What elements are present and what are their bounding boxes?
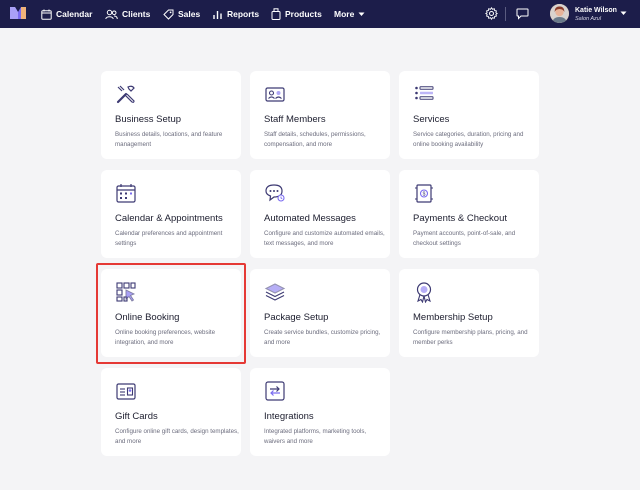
- tools-icon: [116, 85, 135, 104]
- avatar[interactable]: [550, 4, 569, 23]
- card-title: Payments & Checkout: [413, 213, 507, 224]
- toolbar-divider: [505, 7, 506, 21]
- sync-icon: [265, 381, 285, 401]
- badge-icon: [416, 282, 432, 303]
- card-title: Integrations: [264, 411, 314, 422]
- online-booking-icon: [116, 282, 136, 302]
- card-description: Configure online gift cards, design temp…: [115, 428, 239, 445]
- nav-clients[interactable]: Clients: [105, 0, 150, 28]
- card-title: Staff Members: [264, 114, 326, 125]
- card-automated-messages[interactable]: Automated Messages Configure and customi…: [250, 170, 390, 258]
- card-title: Services: [413, 114, 450, 125]
- card-description: Payment accounts, point-of-sale, and che…: [413, 230, 516, 247]
- chevron-down-icon[interactable]: [620, 11, 627, 16]
- chevron-down-icon: [358, 12, 365, 16]
- messages-icon: [265, 184, 285, 202]
- gear-icon[interactable]: [485, 7, 498, 20]
- card-description: Calendar preferences and appointment set…: [115, 230, 223, 247]
- nav-sales[interactable]: Sales: [163, 0, 200, 28]
- layers-icon: [264, 283, 286, 301]
- nav-more-menu[interactable]: More: [334, 0, 369, 28]
- card-description: Service categories, duration, pricing an…: [413, 131, 524, 148]
- products-icon: [271, 8, 281, 20]
- list-icon: [415, 86, 434, 100]
- card-membership-setup[interactable]: Membership Setup Configure membership pl…: [399, 269, 539, 357]
- nav-products-label: Products: [285, 9, 322, 19]
- card-payments-checkout[interactable]: $ Payments & Checkout Payment accounts, …: [399, 170, 539, 258]
- nav-more-label: More: [334, 9, 355, 19]
- top-navigation-bar: Calendar Clients Sales Reports Products: [0, 0, 640, 28]
- nav-calendar[interactable]: Calendar: [41, 0, 92, 28]
- chat-icon[interactable]: [516, 7, 529, 20]
- card-package-setup[interactable]: Package Setup Create service bundles, cu…: [250, 269, 390, 357]
- nav-reports-label: Reports: [227, 9, 260, 19]
- card-integrations[interactable]: Integrations Integrated platforms, marke…: [250, 368, 390, 456]
- app-logo-icon[interactable]: [9, 6, 27, 20]
- card-description: Create service bundles, customize pricin…: [264, 329, 381, 346]
- calendar-icon: [116, 184, 136, 203]
- nav-sales-label: Sales: [178, 9, 201, 19]
- avatar-photo-icon: [550, 4, 569, 23]
- nav-clients-label: Clients: [122, 9, 151, 19]
- staff-icon: [265, 87, 285, 102]
- business-name: Salon Azul: [575, 16, 602, 22]
- user-name[interactable]: Katie Wilson: [575, 7, 617, 14]
- card-description: Integrated platforms, marketing tools, w…: [264, 428, 367, 445]
- card-online-booking[interactable]: Online Booking Online booking preference…: [101, 269, 241, 357]
- card-title: Package Setup: [264, 312, 329, 323]
- payment-icon: $: [415, 184, 433, 203]
- card-business-setup[interactable]: Business Setup Business details, locatio…: [101, 71, 241, 159]
- card-description: Configure and customize automated emails…: [264, 230, 385, 247]
- card-description: Configure membership plans, pricing, and…: [413, 329, 528, 346]
- gift-card-icon: [116, 383, 136, 400]
- reports-icon: [213, 10, 222, 19]
- card-title: Gift Cards: [115, 411, 158, 422]
- card-gift-cards[interactable]: Gift Cards Configure online gift cards, …: [101, 368, 241, 456]
- card-title: Automated Messages: [264, 213, 356, 224]
- card-services[interactable]: Services Service categories, duration, p…: [399, 71, 539, 159]
- clients-icon: [105, 9, 118, 19]
- card-title: Membership Setup: [413, 312, 493, 323]
- tag-icon: [163, 9, 174, 20]
- calendar-icon: [41, 9, 52, 20]
- card-title: Business Setup: [115, 114, 182, 125]
- card-description: Staff details, schedules, permissions, c…: [264, 131, 366, 148]
- card-title: Calendar & Appointments: [115, 213, 223, 224]
- card-staff-members[interactable]: Staff Members Staff details, schedules, …: [250, 71, 390, 159]
- nav-reports[interactable]: Reports: [212, 0, 259, 28]
- card-description: Online booking preferences, website inte…: [115, 329, 216, 346]
- nav-calendar-label: Calendar: [56, 9, 93, 19]
- card-title: Online Booking: [115, 312, 180, 323]
- svg-text:$: $: [423, 192, 426, 198]
- card-description: Business details, locations, and feature…: [115, 131, 223, 148]
- nav-products[interactable]: Products: [271, 0, 322, 28]
- card-calendar-appointments[interactable]: Calendar & Appointments Calendar prefere…: [101, 170, 241, 258]
